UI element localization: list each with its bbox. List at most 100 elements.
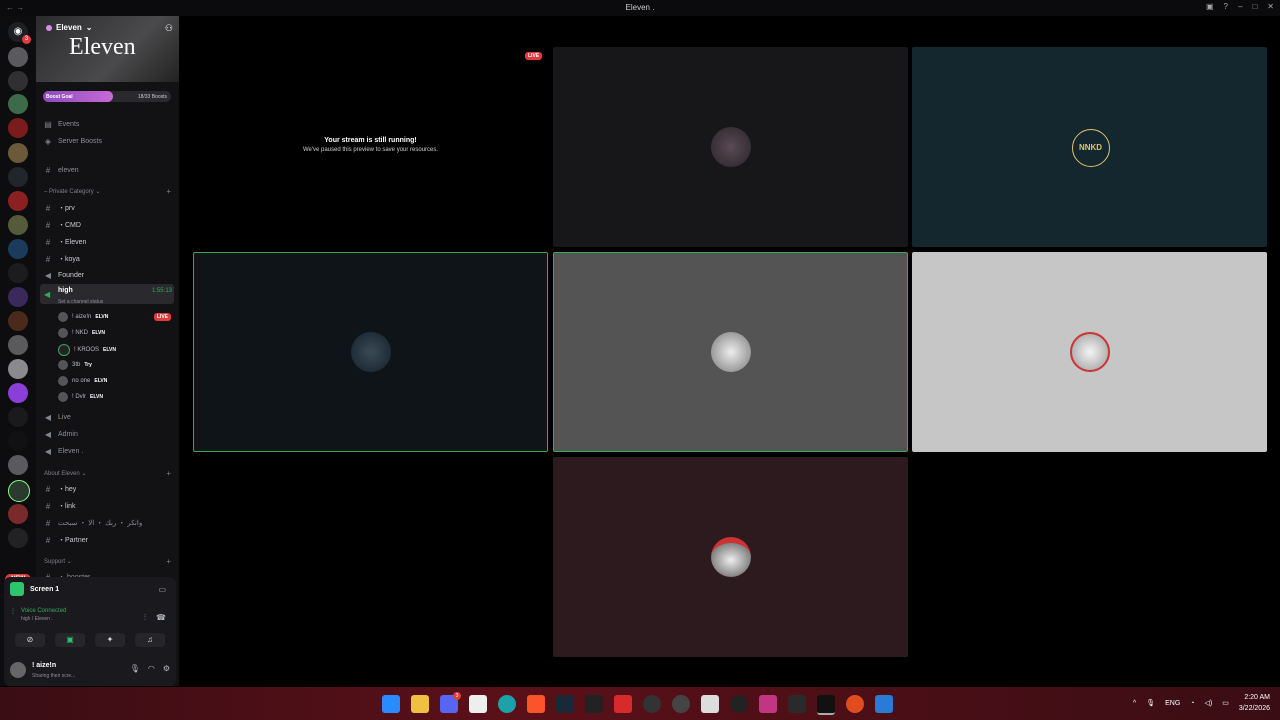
app-icon[interactable]: [875, 695, 893, 713]
inbox-icon[interactable]: ▣: [1206, 2, 1214, 11]
app-icon[interactable]: [730, 695, 748, 713]
steam-icon[interactable]: [556, 695, 574, 713]
server-icon[interactable]: [8, 335, 28, 355]
channel-status[interactable]: Set a channel status: [58, 299, 103, 305]
video-tile[interactable]: NNKD: [912, 47, 1267, 247]
voice-channel-admin[interactable]: ◀ Admin: [44, 430, 78, 439]
add-channel-icon[interactable]: +: [166, 557, 171, 566]
server-icon[interactable]: [8, 71, 28, 91]
microphone-icon[interactable]: 🎙︎: [1146, 699, 1155, 707]
server-icon[interactable]: [8, 528, 28, 548]
server-icon[interactable]: [8, 118, 28, 138]
store-icon[interactable]: [469, 695, 487, 713]
app-icon[interactable]: [643, 695, 661, 713]
category-about[interactable]: About Eleven ⌄: [44, 470, 86, 477]
video-tile[interactable]: [912, 252, 1267, 452]
start-menu-icon[interactable]: [382, 695, 400, 713]
voice-user[interactable]: ! Dvlr ELVN: [58, 392, 103, 402]
sidebar-item-events[interactable]: ▤ Events: [44, 120, 79, 129]
voice-channel-live[interactable]: ◀ Live: [44, 413, 71, 422]
video-tile-speaking[interactable]: [193, 252, 548, 452]
battery-icon[interactable]: ▭: [1222, 699, 1229, 707]
minimize-button[interactable]: –: [1238, 2, 1242, 11]
server-icon[interactable]: [8, 383, 28, 403]
add-channel-icon[interactable]: +: [166, 469, 171, 478]
invite-icon[interactable]: ⚇: [165, 23, 173, 34]
help-icon[interactable]: ?: [1224, 2, 1228, 11]
video-tile-speaking[interactable]: [553, 252, 908, 452]
channel-koya[interactable]: # ・koya: [44, 254, 80, 264]
channel-arabic[interactable]: # واتكر ・ ربك ・ الا ・ سبحت: [44, 518, 142, 528]
microphone-icon[interactable]: 🎙︎: [130, 664, 140, 673]
server-icon[interactable]: [8, 431, 28, 451]
notion-icon[interactable]: [701, 695, 719, 713]
channel-partner[interactable]: # ・Partner: [44, 535, 88, 545]
noise-suppression-icon[interactable]: ⫶: [144, 613, 146, 623]
channel-cmd[interactable]: # ・CMD: [44, 220, 81, 230]
server-icon[interactable]: [8, 287, 28, 307]
channel-hey[interactable]: # ・hey: [44, 484, 77, 494]
app-icon[interactable]: [788, 695, 806, 713]
edge-icon[interactable]: [498, 695, 516, 713]
video-tile[interactable]: [553, 457, 908, 657]
channel-prv[interactable]: # ・prv: [44, 203, 75, 213]
clock[interactable]: 2:20 AM 3/22/2026: [1239, 692, 1270, 714]
wifi-icon[interactable]: ◔: [1190, 700, 1194, 707]
server-icon[interactable]: [8, 94, 28, 114]
voice-user[interactable]: no one ELVN: [58, 376, 107, 386]
voice-connected-status[interactable]: ⋮ Voice Connected high / Eleven .: [10, 608, 66, 622]
discord-home-icon[interactable]: ◉ 3: [8, 22, 31, 44]
voice-channel-founder[interactable]: ◀ Founder: [44, 271, 84, 280]
maximize-button[interactable]: □: [1252, 2, 1257, 11]
server-icon[interactable]: [8, 239, 28, 259]
category-support[interactable]: Support ⌄: [44, 558, 72, 565]
headphones-icon[interactable]: ◠: [148, 664, 155, 673]
channel-eleven-private[interactable]: # ・Eleven: [44, 237, 87, 247]
server-icon[interactable]: [8, 47, 28, 67]
file-explorer-icon[interactable]: [411, 695, 429, 713]
voice-user[interactable]: ! KROOS ELVN: [58, 344, 116, 356]
ea-icon[interactable]: [846, 695, 864, 713]
voice-user[interactable]: ! aize!n ELVN: [58, 312, 108, 322]
server-icon[interactable]: [8, 311, 28, 331]
language-indicator[interactable]: ENG: [1165, 700, 1180, 707]
popout-icon[interactable]: ▭: [158, 585, 166, 594]
server-icon[interactable]: [8, 455, 28, 475]
current-server-icon[interactable]: [8, 480, 30, 502]
valorant-icon[interactable]: [614, 695, 632, 713]
settings-gear-icon[interactable]: ⚙: [163, 664, 170, 673]
volume-icon[interactable]: ◁): [1205, 699, 1213, 707]
server-icon[interactable]: [8, 191, 28, 211]
server-icon[interactable]: [8, 215, 28, 235]
server-icon[interactable]: [8, 143, 28, 163]
epic-games-icon[interactable]: [585, 695, 603, 713]
channel-eleven[interactable]: # eleven: [44, 166, 79, 175]
active-app-icon[interactable]: [817, 695, 835, 715]
server-icon[interactable]: [8, 504, 28, 524]
server-banner[interactable]: Eleven ⌄ Eleven ⚇: [36, 16, 179, 82]
activities-button[interactable]: ✦: [95, 633, 125, 647]
server-name-menu[interactable]: Eleven ⌄: [46, 23, 93, 32]
channel-link[interactable]: # ・link: [44, 501, 76, 511]
avatar[interactable]: [10, 662, 26, 678]
instagram-icon[interactable]: [759, 695, 777, 713]
add-channel-icon[interactable]: +: [166, 187, 171, 196]
server-icon[interactable]: [8, 359, 28, 379]
brave-icon[interactable]: [527, 695, 545, 713]
close-button[interactable]: ✕: [1267, 2, 1274, 11]
disconnect-icon[interactable]: ☎: [156, 613, 166, 623]
soundboard-button[interactable]: ♫: [135, 633, 165, 647]
category-private[interactable]: – Private Category ⌄: [44, 188, 100, 195]
boost-goal-bar[interactable]: Boost Goal 18/33 Boosts: [43, 91, 171, 102]
camera-off-button[interactable]: ⊘: [15, 633, 45, 647]
discord-icon[interactable]: 3: [440, 692, 461, 713]
chevron-up-icon[interactable]: ^: [1133, 700, 1136, 707]
overwatch-icon[interactable]: [672, 695, 690, 713]
voice-user[interactable]: 3tb Try: [58, 360, 92, 370]
voice-channel-eleven[interactable]: ◀ Eleven .: [44, 447, 83, 456]
server-icon[interactable]: [8, 407, 28, 427]
voice-user[interactable]: ! NKD ELVN: [58, 328, 105, 338]
server-icon[interactable]: [8, 167, 28, 187]
server-icon[interactable]: [8, 263, 28, 283]
screen-share-header[interactable]: Screen 1: [10, 582, 59, 596]
